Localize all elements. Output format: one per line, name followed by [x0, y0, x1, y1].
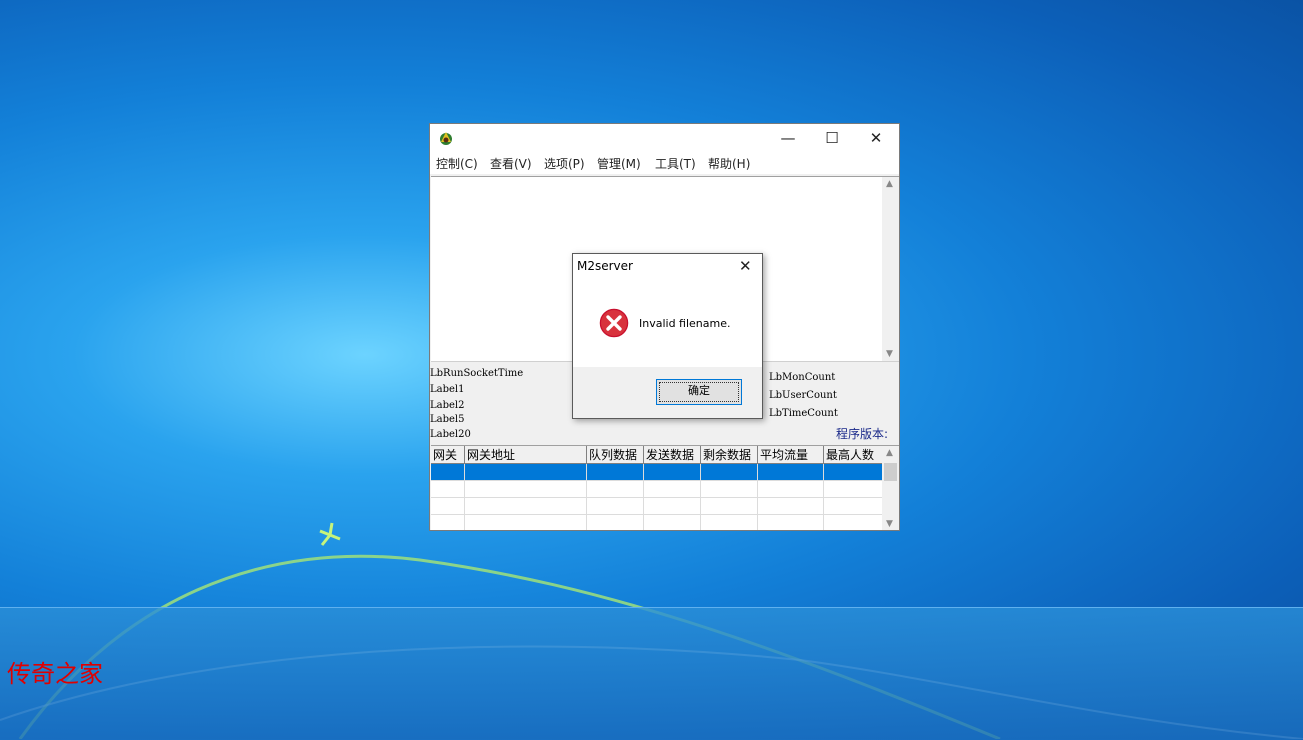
grid-scrollbar[interactable]: ▲ ▼	[882, 446, 899, 530]
log-scrollbar[interactable]: ▲ ▼	[882, 177, 899, 361]
error-dialog: M2server ✕ Invalid filename. 确定	[572, 253, 763, 419]
dialog-content-area: M2server ✕ Invalid filename.	[573, 254, 762, 367]
col-gateway[interactable]: 网关	[431, 446, 465, 464]
label-20: Label20	[430, 429, 471, 440]
maximize-button[interactable]: ☐	[809, 124, 855, 152]
scroll-down-icon[interactable]: ▼	[886, 349, 893, 359]
menu-control[interactable]: 控制(C)	[436, 155, 478, 172]
label-time-count: LbTimeCount	[769, 408, 838, 419]
grid-scroll-thumb[interactable]	[884, 463, 897, 481]
error-icon	[598, 307, 630, 339]
grid-header-row: 网关 网关地址 队列数据 发送数据 剩余数据 平均流量 最高人数	[431, 446, 886, 464]
col-max-users[interactable]: 最高人数	[823, 446, 886, 464]
scroll-up-icon[interactable]: ▲	[886, 179, 893, 189]
label-1: Label1	[430, 384, 465, 395]
menu-manage[interactable]: 管理(M)	[597, 155, 641, 172]
label-5: Label5	[430, 414, 465, 425]
label-run-socket-time: LbRunSocketTime	[430, 368, 524, 379]
col-remaining-data[interactable]: 剩余数据	[700, 446, 758, 464]
dialog-title: M2server	[577, 259, 633, 273]
table-row[interactable]	[431, 497, 886, 515]
brand-watermark-text: 传奇之家	[7, 660, 103, 688]
label-2: Label2	[430, 400, 465, 411]
grid-scroll-down-icon[interactable]: ▼	[886, 519, 893, 529]
title-bar[interactable]: — ☐ ✕	[430, 124, 899, 152]
gateway-grid[interactable]: 网关 网关地址 队列数据 发送数据 剩余数据 平均流量 最高人数 ▲ ▼	[431, 445, 899, 530]
col-gateway-address[interactable]: 网关地址	[464, 446, 587, 464]
label-mon-count: LbMonCount	[769, 372, 836, 383]
ok-button[interactable]: 确定	[656, 379, 742, 405]
table-row[interactable]	[431, 463, 886, 481]
menu-view[interactable]: 查看(V)	[490, 155, 532, 172]
app-icon[interactable]	[437, 129, 455, 147]
version-label: 程序版本:	[836, 427, 889, 441]
table-row[interactable]	[431, 514, 886, 530]
close-button[interactable]: ✕	[853, 124, 899, 152]
menu-tools[interactable]: 工具(T)	[655, 155, 696, 172]
grid-scroll-up-icon[interactable]: ▲	[886, 448, 893, 458]
label-user-count: LbUserCount	[769, 390, 837, 401]
dialog-message: Invalid filename.	[639, 317, 731, 330]
table-row[interactable]	[431, 480, 886, 498]
minimize-button[interactable]: —	[765, 124, 811, 152]
menu-help[interactable]: 帮助(H)	[708, 155, 750, 172]
menu-options[interactable]: 选项(P)	[544, 155, 585, 172]
menu-bar: 控制(C) 查看(V) 选项(P) 管理(M) 工具(T) 帮助(H)	[430, 152, 899, 174]
col-queue-data[interactable]: 队列数据	[586, 446, 644, 464]
col-avg-traffic[interactable]: 平均流量	[757, 446, 824, 464]
dialog-close-icon[interactable]: ✕	[739, 257, 752, 275]
col-sent-data[interactable]: 发送数据	[643, 446, 701, 464]
taskbar-band	[0, 607, 1303, 740]
